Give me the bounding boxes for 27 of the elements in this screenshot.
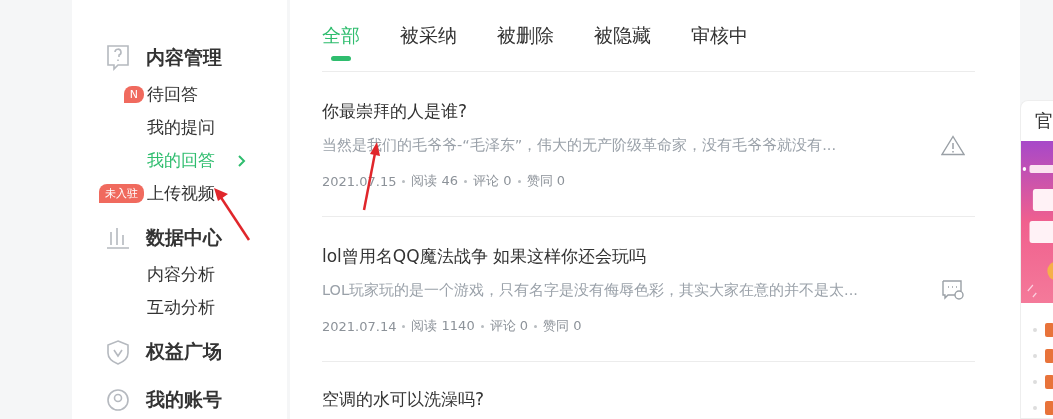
badge: 未入驻 <box>99 184 144 203</box>
badge: N <box>123 86 144 103</box>
section-title: 内容管理 <box>146 45 222 70</box>
meta-text: 赞同 0 <box>543 317 582 335</box>
meta-text: 阅读 1140 <box>411 317 475 335</box>
tab[interactable]: 审核中 <box>691 22 748 59</box>
section-title: 权益广场 <box>146 339 222 364</box>
card-title: 官 <box>1034 109 1053 133</box>
section-title: 数据中心 <box>146 225 222 250</box>
question-title[interactable]: 你最崇拜的人是谁? <box>322 100 941 123</box>
tab[interactable]: 被删除 <box>497 22 554 59</box>
tab[interactable]: 被隐藏 <box>594 22 651 59</box>
question-title[interactable]: lol曾用名QQ魔法战争 如果这样你还会玩吗 <box>322 245 941 268</box>
meta-text: 评论 0 <box>489 317 529 335</box>
question-title[interactable]: 空调的水可以洗澡吗? <box>322 388 975 411</box>
nav-item[interactable]: 我的提问 <box>147 116 215 139</box>
nav-item[interactable]: 内容分析 <box>147 263 215 286</box>
nav-item[interactable]: 互动分析 <box>147 296 215 319</box>
meta-text: 2021.07.14 <box>322 318 397 334</box>
meta-text: 阅读 46 <box>411 172 459 190</box>
answer-excerpt: LOL玩家玩的是一个游戏，只有名字是没有侮辱色彩，其实大家在意的并不是太... <box>322 281 859 300</box>
meta-text: 赞同 0 <box>526 172 565 190</box>
tab[interactable]: 被采纳 <box>400 22 457 59</box>
nav-item[interactable]: 待回答 <box>147 83 198 106</box>
meta-text: 评论 0 <box>473 172 512 190</box>
nav-item[interactable]: 上传视频 <box>147 182 215 205</box>
section-title: 我的账号 <box>146 387 222 412</box>
